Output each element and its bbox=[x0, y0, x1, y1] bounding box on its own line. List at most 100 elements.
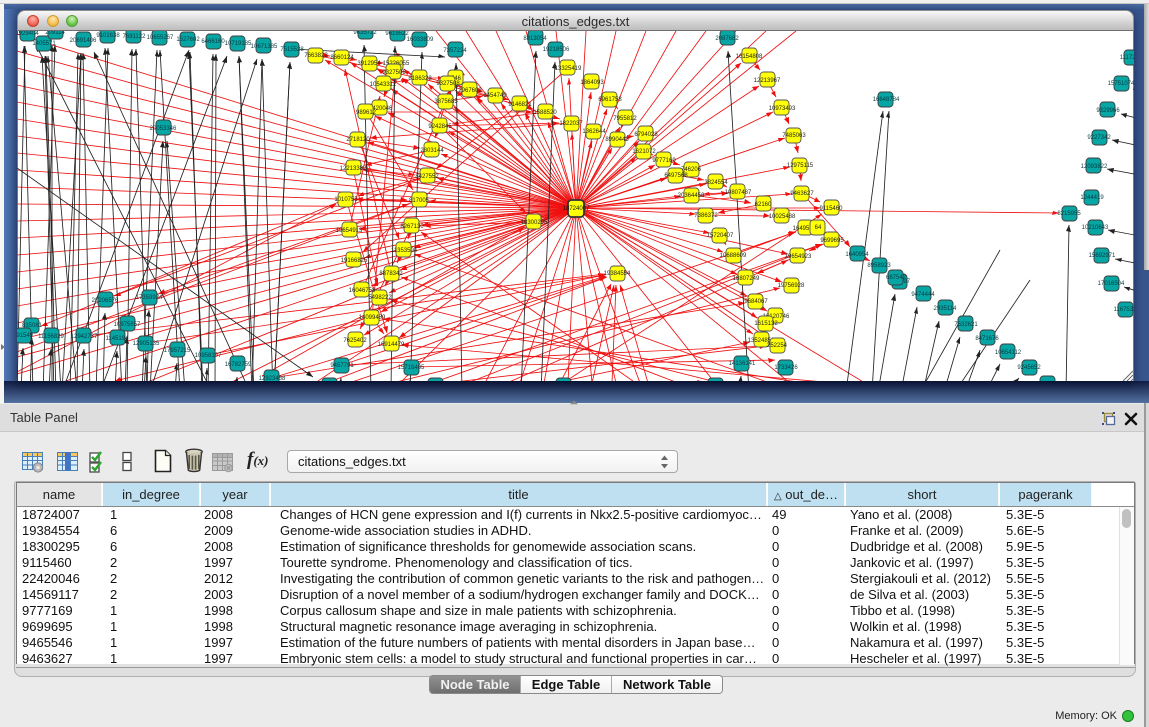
svg-text:1733426: 1733426 bbox=[774, 365, 798, 371]
svg-text:8958923: 8958923 bbox=[867, 263, 891, 269]
svg-text:7386372: 7386372 bbox=[694, 213, 718, 219]
svg-text:8471676: 8471676 bbox=[975, 336, 999, 342]
svg-text:19756928: 19756928 bbox=[778, 283, 805, 289]
svg-text:7625402: 7625402 bbox=[343, 338, 367, 344]
svg-text:1167533: 1167533 bbox=[1114, 307, 1134, 313]
svg-text:7955812: 7955812 bbox=[613, 116, 637, 122]
svg-text:9146821: 9146821 bbox=[508, 102, 532, 108]
svg-text:9327506: 9327506 bbox=[382, 70, 406, 76]
svg-text:16782759: 16782759 bbox=[225, 362, 252, 368]
svg-text:7485063: 7485063 bbox=[782, 133, 806, 139]
svg-text:989612: 989612 bbox=[356, 110, 377, 116]
svg-text:10025488: 10025488 bbox=[769, 214, 796, 220]
svg-text:8878342: 8878342 bbox=[379, 271, 403, 277]
svg-text:14099489: 14099489 bbox=[359, 315, 386, 321]
svg-text:6794028: 6794028 bbox=[634, 132, 658, 138]
svg-text:8454749: 8454749 bbox=[483, 93, 507, 99]
svg-text:10671385: 10671385 bbox=[251, 44, 278, 50]
svg-text:12942737: 12942737 bbox=[71, 334, 98, 340]
svg-text:10973493: 10973493 bbox=[769, 106, 796, 112]
svg-text:209114: 209114 bbox=[45, 31, 65, 36]
svg-text:17957215: 17957215 bbox=[164, 348, 191, 354]
svg-text:8267130: 8267130 bbox=[400, 224, 424, 230]
svg-text:19654913: 19654913 bbox=[336, 228, 363, 234]
svg-text:12905135: 12905135 bbox=[133, 341, 160, 347]
svg-text:7515528: 7515528 bbox=[280, 47, 304, 53]
svg-text:1864093: 1864093 bbox=[580, 80, 604, 86]
svg-text:10807487: 10807487 bbox=[725, 190, 752, 196]
svg-text:16154808: 16154808 bbox=[736, 54, 763, 60]
svg-text:64: 64 bbox=[815, 225, 822, 231]
svg-text:7632621: 7632621 bbox=[954, 322, 978, 328]
svg-text:10688609: 10688609 bbox=[720, 253, 747, 259]
svg-text:10210643: 10210643 bbox=[1082, 225, 1109, 231]
svg-text:12093822: 12093822 bbox=[1081, 164, 1108, 170]
svg-text:11353594: 11353594 bbox=[391, 248, 418, 254]
svg-text:5498222: 5498222 bbox=[368, 295, 392, 301]
svg-text:9463627: 9463627 bbox=[790, 191, 814, 197]
svg-text:18807249: 18807249 bbox=[733, 276, 760, 282]
svg-text:19166825: 19166825 bbox=[341, 258, 368, 264]
svg-text:6466160: 6466160 bbox=[201, 39, 225, 45]
svg-text:9101638: 9101638 bbox=[96, 33, 120, 39]
svg-text:8813054: 8813054 bbox=[523, 36, 547, 42]
svg-text:1621072: 1621072 bbox=[632, 149, 656, 155]
svg-text:2718120: 2718120 bbox=[346, 137, 370, 143]
svg-text:2803144: 2803144 bbox=[420, 148, 444, 154]
svg-text:17359924: 17359924 bbox=[136, 295, 163, 301]
svg-text:2967608: 2967608 bbox=[458, 88, 482, 94]
svg-text:252254: 252254 bbox=[767, 343, 788, 349]
svg-text:15692971: 15692971 bbox=[1089, 253, 1116, 259]
svg-text:6961758: 6961758 bbox=[598, 97, 622, 103]
svg-text:8660124: 8660124 bbox=[330, 55, 354, 61]
svg-text:3824554: 3824554 bbox=[704, 180, 728, 186]
svg-text:20364456: 20364456 bbox=[678, 193, 705, 199]
svg-text:11156829: 11156829 bbox=[38, 334, 64, 340]
svg-text:817005: 817005 bbox=[409, 198, 430, 204]
svg-text:1822037: 1822037 bbox=[559, 121, 583, 127]
svg-text:1588520: 1588520 bbox=[533, 110, 557, 116]
svg-text:9699695: 9699695 bbox=[820, 238, 844, 244]
svg-text:15751074: 15751074 bbox=[1108, 81, 1134, 87]
svg-text:687542: 687542 bbox=[886, 275, 907, 281]
svg-text:15716485: 15716485 bbox=[398, 365, 425, 371]
svg-text:7663822: 7663822 bbox=[304, 53, 328, 59]
svg-text:1010755: 1010755 bbox=[334, 197, 358, 203]
svg-text:1405571: 1405571 bbox=[32, 41, 56, 47]
svg-text:16914479: 16914479 bbox=[378, 342, 405, 348]
svg-text:9457791: 9457791 bbox=[330, 363, 354, 369]
svg-text:18724007: 18724007 bbox=[563, 206, 590, 212]
svg-text:7357224: 7357224 bbox=[443, 48, 467, 54]
svg-text:9115460: 9115460 bbox=[820, 206, 844, 212]
svg-text:2935114: 2935114 bbox=[934, 306, 958, 312]
svg-text:1527602: 1527602 bbox=[176, 37, 200, 43]
svg-text:1640954: 1640954 bbox=[845, 252, 869, 258]
svg-text:15720407: 15720407 bbox=[707, 233, 734, 239]
svg-text:9242845: 9242845 bbox=[428, 124, 452, 130]
svg-text:14136141: 14136141 bbox=[729, 361, 756, 367]
svg-text:13325419: 13325419 bbox=[555, 66, 582, 72]
svg-text:1145194: 1145194 bbox=[106, 336, 130, 342]
svg-text:1117215: 1117215 bbox=[1120, 55, 1134, 61]
svg-text:10655267: 10655267 bbox=[147, 35, 174, 41]
svg-text:19384554: 19384554 bbox=[604, 271, 631, 277]
svg-text:8186328: 8186328 bbox=[408, 76, 432, 82]
svg-text:12213382: 12213382 bbox=[340, 166, 367, 172]
svg-text:1362644: 1362644 bbox=[582, 129, 606, 135]
svg-text:6497568: 6497568 bbox=[664, 173, 688, 179]
svg-text:8990443: 8990443 bbox=[605, 137, 629, 143]
svg-text:18300295: 18300295 bbox=[521, 220, 548, 226]
svg-text:9227342: 9227342 bbox=[1087, 135, 1111, 141]
svg-text:10975857: 10975857 bbox=[114, 322, 141, 328]
svg-text:16033809: 16033809 bbox=[407, 37, 434, 43]
svg-text:9474444: 9474444 bbox=[911, 292, 935, 298]
svg-text:3875685: 3875685 bbox=[434, 99, 458, 105]
svg-text:17016504: 17016504 bbox=[1098, 281, 1125, 287]
svg-text:19218506: 19218506 bbox=[543, 47, 570, 53]
svg-text:12213967: 12213967 bbox=[754, 78, 781, 84]
svg-text:1929404: 1929404 bbox=[17, 31, 39, 37]
svg-text:9327508: 9327508 bbox=[436, 81, 460, 87]
svg-text:20206576: 20206576 bbox=[92, 298, 119, 304]
svg-text:2087682: 2087682 bbox=[715, 36, 739, 42]
svg-text:9684067: 9684067 bbox=[744, 299, 768, 305]
